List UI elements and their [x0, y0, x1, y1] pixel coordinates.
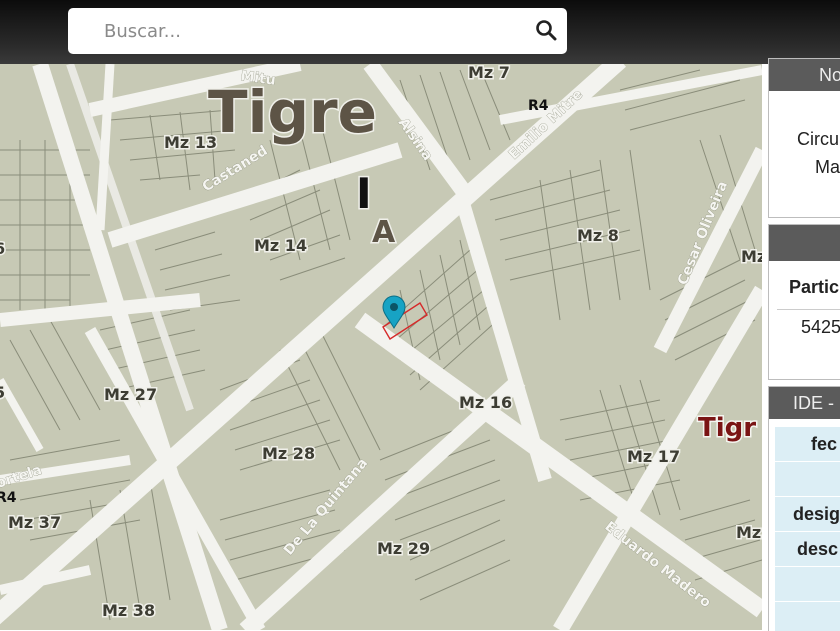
search-input[interactable]: [68, 8, 528, 54]
block-label: Mz 7: [468, 64, 510, 82]
block-label: Mz 38: [102, 601, 155, 620]
search-box: [68, 8, 567, 54]
block-label: Mz 37: [8, 513, 61, 532]
field-label: desig: [793, 504, 840, 524]
district-label-i: I: [356, 169, 372, 218]
district-label-a: A: [372, 215, 396, 250]
town-label-secondary: Tigr: [698, 413, 756, 443]
block-label: Mz 27: [104, 385, 157, 404]
map-view[interactable]: Tigre I A R4 R4 Mz 7 Mz 13 Mz 14 Mz 8 Mz…: [0, 64, 762, 630]
info-panel-parcel: Partic 5425: [768, 224, 840, 380]
table-row: desc: [775, 532, 840, 567]
block-label: 5: [0, 383, 5, 402]
town-label: Tigre: [208, 78, 377, 146]
panel-header: IDE -: [769, 387, 840, 419]
map-canvas[interactable]: Tigre I A R4 R4 Mz 7 Mz 13 Mz 14 Mz 8 Mz…: [0, 64, 762, 630]
panel-header: [769, 225, 840, 261]
top-bar: [0, 0, 840, 64]
table-row: [775, 602, 840, 631]
block-label: Mz 16: [459, 393, 512, 412]
block-label: Mz 28: [262, 444, 315, 463]
block-label: Mz: [736, 523, 761, 542]
table-row: desig: [775, 497, 840, 532]
table-row: [775, 462, 840, 497]
block-label: Mz 14: [254, 236, 307, 255]
block-label: Mz 13: [164, 133, 217, 152]
attribute-table: fec desig desc: [775, 427, 840, 631]
field-label: desc: [797, 539, 839, 559]
panel-text: Circu: [797, 129, 840, 149]
info-panel-ide: IDE - fec desig desc: [768, 386, 840, 631]
parcel-value: 5425: [801, 317, 840, 337]
column-header: Partic: [789, 277, 840, 297]
road-label-r4-left: R4: [0, 490, 17, 506]
block-label: Mz 17: [627, 447, 680, 466]
info-panel-top: No Circu Ma: [768, 58, 840, 218]
table-row: fec: [775, 427, 840, 462]
block-label: Mz 8: [577, 226, 619, 245]
divider: [777, 309, 840, 310]
table-row: [775, 567, 840, 602]
block-label: Mz 29: [377, 539, 430, 558]
search-icon[interactable]: [535, 19, 557, 41]
panel-header: No: [769, 59, 840, 91]
block-label: 6: [0, 239, 5, 258]
panel-text: Ma: [815, 157, 840, 177]
block-label: Mz: [741, 247, 762, 266]
road-label-r4: R4: [528, 98, 549, 114]
field-label: fec: [811, 434, 838, 454]
